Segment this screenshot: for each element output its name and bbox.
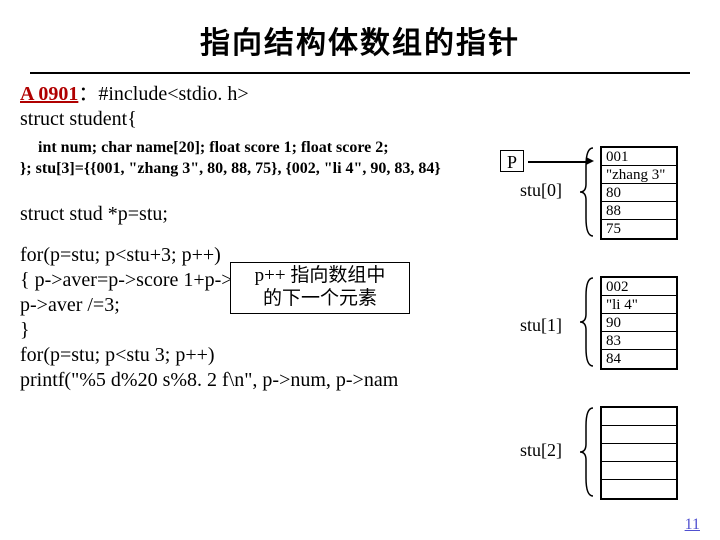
mem-table-0: 001 "zhang 3" 80 88 75 [600,146,678,240]
page-number: 11 [685,516,700,534]
mem-cell: 80 [602,184,676,202]
program-line-1: A 0901：#include<stdio. h> [20,82,700,107]
mem-cell: 88 [602,202,676,220]
pointer-decl: struct stud *p=stu; [20,202,700,227]
stu2-label: stu[2] [520,440,562,461]
annotation-line1: p++ 指向数组中 [237,265,403,288]
program-label: A 0901 [20,83,78,105]
mem-cell: 84 [602,350,676,368]
brace-icon [578,146,598,238]
for4-line: } [20,318,700,343]
mem-cell: "li 4" [602,296,676,314]
brace-icon [578,276,598,368]
mem-cell: 001 [602,148,676,166]
for5-line: for(p=stu; p<stu 3; p++) [20,343,700,368]
init-line: }; stu[3]={{001, "zhang 3", 80, 88, 75},… [20,159,700,180]
mem-table-1: 002 "li 4" 90 83 84 [600,276,678,370]
include-line: ：#include<stdio. h> [78,83,248,105]
mem-cell: 002 [602,278,676,296]
mem-cell: 83 [602,332,676,350]
annotation-box: p++ 指向数组中 的下一个元素 [230,262,410,314]
mem-cell: "zhang 3" [602,166,676,184]
stu1-label: stu[1] [520,315,562,336]
mem-cell: 90 [602,314,676,332]
for6-line: printf("%5 d%20 s%8. 2 f\n", p->num, p->… [20,368,700,393]
pointer-p-box: P [500,150,524,172]
stu0-label: stu[0] [520,180,562,201]
mem-cell [602,462,676,480]
slide-title: 指向结构体数组的指针 [30,0,690,74]
mem-cell [602,408,676,426]
mem-table-2 [600,406,678,500]
mem-cell: 75 [602,220,676,238]
mem-cell [602,426,676,444]
struct-decl: struct student{ [20,107,700,132]
mem-cell [602,444,676,462]
mem-cell [602,480,676,498]
annotation-line2: 的下一个元素 [237,288,403,311]
brace-icon [578,406,598,498]
